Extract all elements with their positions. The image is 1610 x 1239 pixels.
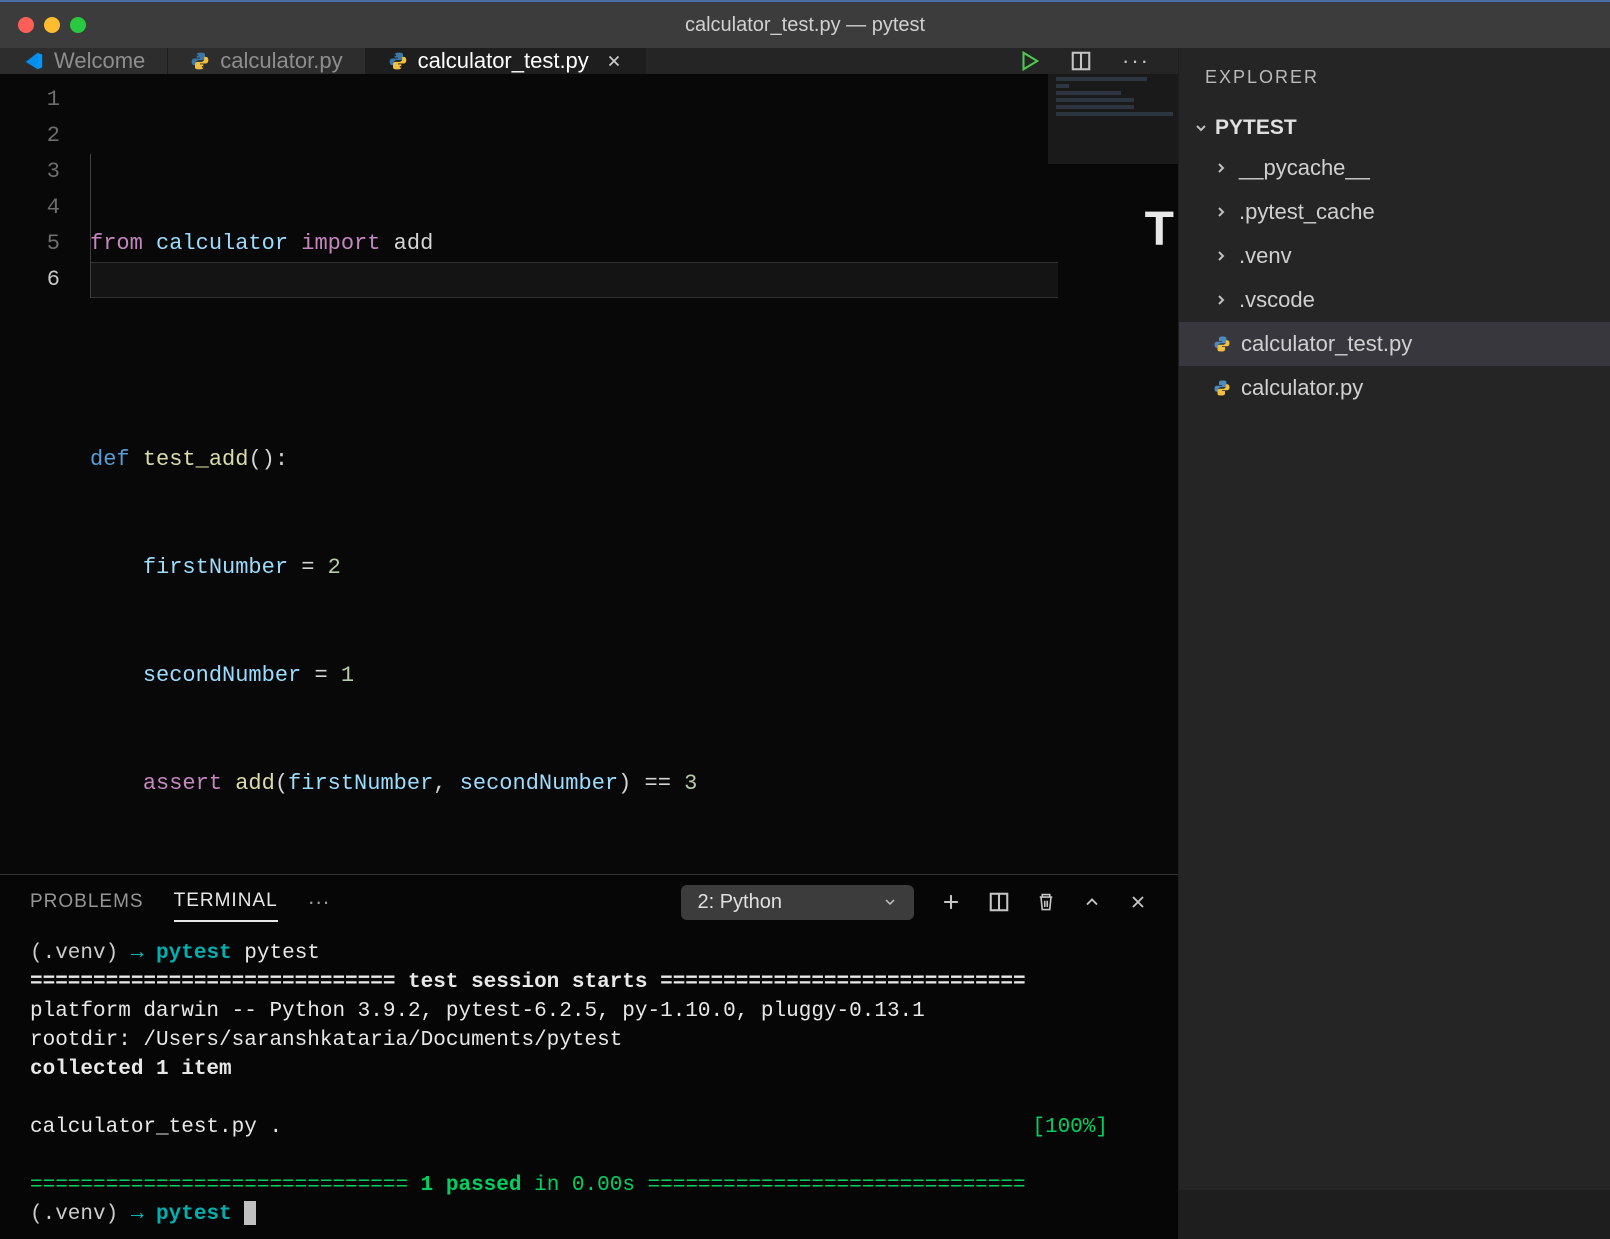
tab-calculator[interactable]: calculator.py <box>168 48 365 74</box>
terminal-selector-label: 2: Python <box>697 891 782 914</box>
close-tab-icon[interactable] <box>605 52 623 70</box>
chevron-right-icon <box>1213 248 1229 264</box>
line-gutter: 1 2 3 4 5 6 <box>0 74 90 874</box>
explorer-sidebar: EXPLORER PYTEST __pycache__ .pytest_cach… <box>1178 48 1610 1190</box>
indent-guide <box>90 154 135 298</box>
terminal-selector[interactable]: 2: Python <box>681 885 914 920</box>
line-number: 1 <box>0 82 60 118</box>
explorer-root[interactable]: PYTEST <box>1179 110 1610 146</box>
split-editor-icon[interactable] <box>1070 50 1092 72</box>
python-icon <box>1213 335 1231 353</box>
window-title: calculator_test.py — pytest <box>685 14 925 37</box>
editor[interactable]: 1 2 3 4 5 6 from calculator import add d… <box>0 74 1178 874</box>
panel-more-icon[interactable]: ··· <box>308 889 330 915</box>
vscode-icon <box>22 50 44 72</box>
tab-welcome[interactable]: Welcome <box>0 48 168 74</box>
explorer-item-label: .venv <box>1239 243 1292 269</box>
explorer-file[interactable]: calculator_test.py <box>1179 322 1610 366</box>
chevron-right-icon <box>1213 204 1229 220</box>
explorer-item-label: .pytest_cache <box>1239 199 1375 225</box>
minimap[interactable] <box>1048 74 1178 164</box>
python-icon <box>388 51 408 71</box>
explorer-header: EXPLORER <box>1179 48 1610 106</box>
terminal-cursor <box>244 1201 256 1225</box>
python-icon <box>1213 379 1231 397</box>
close-window-button[interactable] <box>18 17 34 33</box>
current-line-highlight <box>90 262 1058 298</box>
editor-hint-letter: T <box>1145 212 1174 248</box>
explorer-folder[interactable]: __pycache__ <box>1179 146 1610 190</box>
chevron-right-icon <box>1213 292 1229 308</box>
chevron-right-icon <box>1213 160 1229 176</box>
chevron-down-icon <box>882 894 898 910</box>
line-number: 5 <box>0 226 60 262</box>
tab-calculator-test[interactable]: calculator_test.py <box>366 48 646 74</box>
tab-label: Welcome <box>54 48 145 74</box>
tab-label: calculator.py <box>220 48 342 74</box>
explorer-folder[interactable]: .vscode <box>1179 278 1610 322</box>
line-number: 4 <box>0 190 60 226</box>
line-number: 2 <box>0 118 60 154</box>
explorer-item-label: .vscode <box>1239 287 1315 313</box>
python-icon <box>190 51 210 71</box>
traffic-lights <box>0 17 86 33</box>
explorer-item-label: calculator.py <box>1241 375 1363 401</box>
panel-tab-problems[interactable]: PROBLEMS <box>30 883 144 921</box>
explorer-root-label: PYTEST <box>1215 116 1297 140</box>
terminal-output[interactable]: (.venv) → pytest pytest ================… <box>0 929 1178 1239</box>
more-actions-icon[interactable]: ··· <box>1122 48 1150 74</box>
bottom-panel: PROBLEMS TERMINAL ··· 2: Python <box>0 874 1178 1239</box>
titlebar: calculator_test.py — pytest <box>0 0 1610 48</box>
panel-tab-terminal[interactable]: TERMINAL <box>174 882 278 922</box>
explorer-item-label: __pycache__ <box>1239 155 1370 181</box>
tab-label: calculator_test.py <box>418 48 589 74</box>
chevron-down-icon <box>1193 120 1209 136</box>
editor-tab-row: Welcome calculator.py calculator_test.py <box>0 48 1178 74</box>
zoom-window-button[interactable] <box>70 17 86 33</box>
minimize-window-button[interactable] <box>44 17 60 33</box>
line-number: 3 <box>0 154 60 190</box>
maximize-panel-icon[interactable] <box>1082 892 1102 912</box>
explorer-file[interactable]: calculator.py <box>1179 366 1610 410</box>
run-icon[interactable] <box>1018 50 1040 72</box>
code-area[interactable]: from calculator import add def test_add(… <box>90 74 1178 874</box>
line-number: 6 <box>0 262 60 298</box>
split-terminal-icon[interactable] <box>988 891 1010 913</box>
explorer-folder[interactable]: .pytest_cache <box>1179 190 1610 234</box>
explorer-folder[interactable]: .venv <box>1179 234 1610 278</box>
explorer-item-label: calculator_test.py <box>1241 331 1412 357</box>
close-panel-icon[interactable] <box>1128 892 1148 912</box>
kill-terminal-icon[interactable] <box>1036 891 1056 913</box>
new-terminal-icon[interactable] <box>940 891 962 913</box>
